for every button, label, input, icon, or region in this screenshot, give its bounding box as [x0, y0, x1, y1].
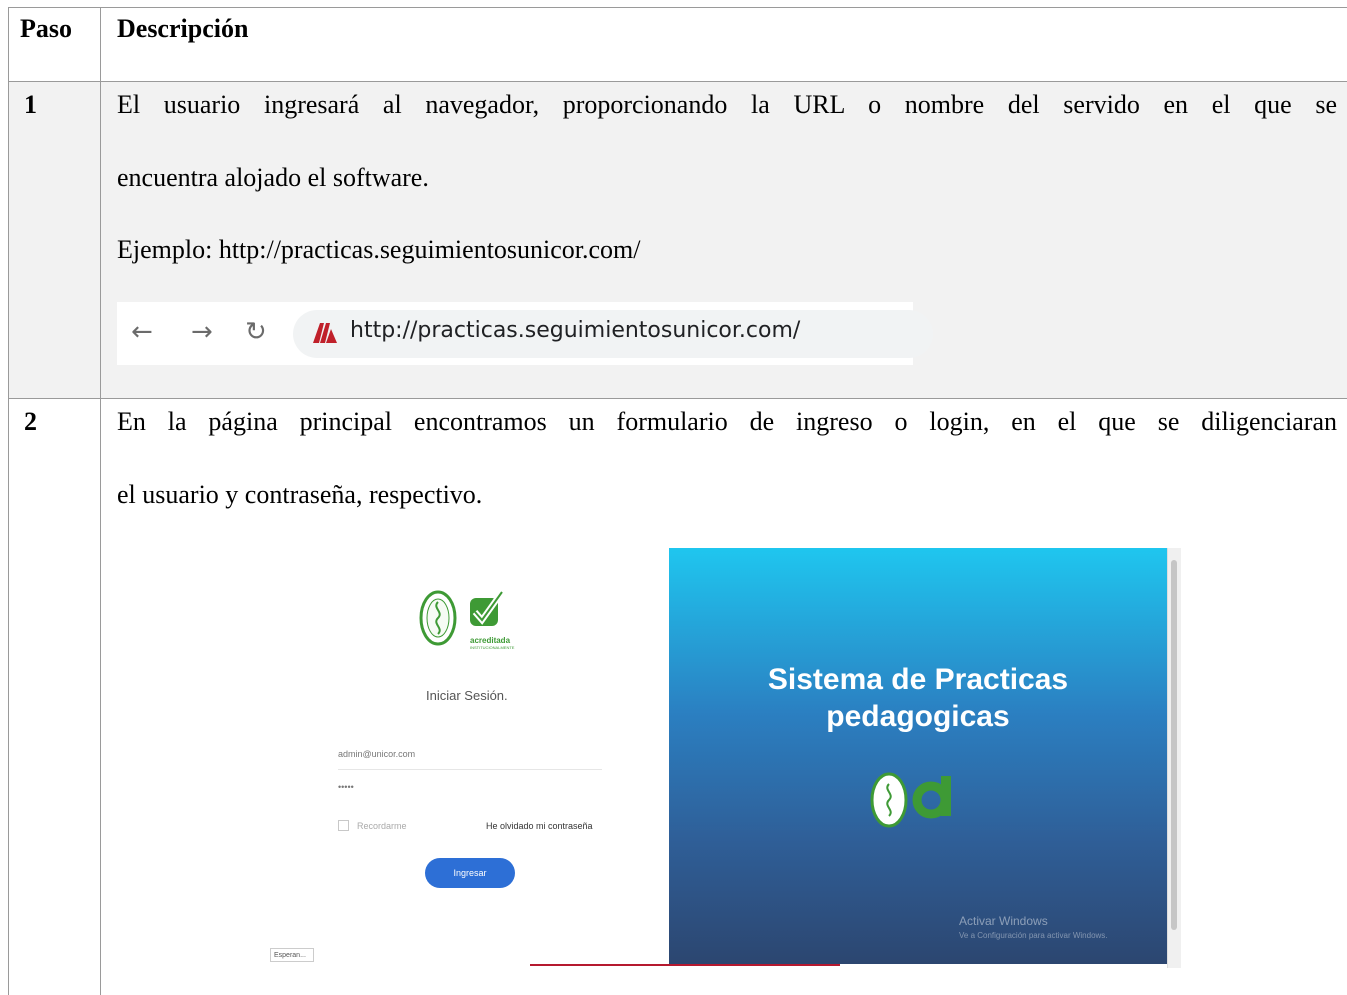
email-field[interactable]: admin@unicor.com [338, 749, 602, 770]
scrollbar[interactable] [1167, 548, 1181, 968]
back-arrow-icon[interactable]: ← [131, 316, 153, 348]
header-description: Descripción [117, 14, 249, 43]
forgot-password-link[interactable]: He olvidado mi contraseña [486, 821, 593, 831]
browser-address-bar: ← → ↻ http://practicas.seguimientosunico… [117, 302, 933, 365]
login-button[interactable]: Ingresar [425, 858, 515, 888]
forward-arrow-icon[interactable]: → [191, 316, 213, 348]
status-text: Esperan... [270, 948, 314, 962]
step-text: encuentra alojado el software. [117, 163, 429, 192]
university-seal-logo [870, 772, 951, 828]
divider-line [530, 964, 840, 966]
step-text: En la página principal encontramos un fo… [117, 407, 1337, 436]
windows-watermark-subtitle: Ve a Configuración para activar Windows. [959, 931, 1108, 940]
step-text: el usuario y contraseña, respectivo. [117, 480, 483, 509]
password-field[interactable]: ••••• [338, 782, 602, 800]
header-step: Paso [20, 14, 72, 43]
example-url-text: Ejemplo: http://practicas.seguimientosun… [117, 235, 641, 264]
remember-label: Recordarme [357, 821, 407, 831]
table-left-border [8, 7, 9, 995]
windows-watermark-title: Activar Windows [959, 914, 1048, 928]
logo-subtext: INSTITUCIONALMENTE [470, 645, 515, 650]
url-text[interactable]: http://practicas.seguimientosunicor.com/ [350, 318, 800, 343]
reload-icon[interactable]: ↻ [245, 316, 267, 348]
panel-title: pedagogicas [826, 700, 1010, 733]
logo-text: acreditada [470, 636, 511, 645]
site-favicon [313, 323, 337, 343]
welcome-panel: Sistema de Practicas pedagogicas Activar… [669, 548, 1167, 964]
step-number: 2 [24, 407, 37, 436]
login-title: Iniciar Sesión. [426, 688, 508, 703]
step-number: 1 [24, 90, 37, 119]
scrollbar-thumb[interactable] [1171, 560, 1177, 930]
remember-checkbox[interactable] [338, 820, 349, 831]
column-divider [100, 7, 101, 995]
panel-title: Sistema de Practicas [767, 663, 1069, 696]
login-panel: acreditada INSTITUCIONALMENTE Iniciar Se… [262, 548, 669, 968]
step-text: El usuario ingresará al navegador, propo… [117, 90, 1337, 119]
login-screenshot: acreditada INSTITUCIONALMENTE Iniciar Se… [262, 548, 1181, 968]
